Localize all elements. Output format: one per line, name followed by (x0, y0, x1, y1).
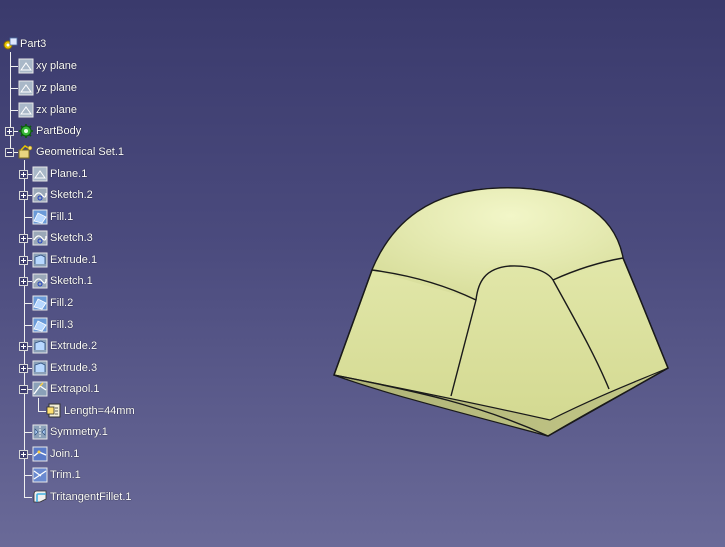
join-icon (32, 446, 48, 462)
tree-node-part[interactable]: Part3 (2, 34, 46, 54)
fillet-icon (33, 490, 47, 503)
collapse-toggle-geometrical-set[interactable] (5, 148, 14, 157)
tree-line (10, 110, 18, 111)
tree-node-label: Fill.3 (50, 319, 74, 331)
extrude-icon (32, 360, 48, 376)
tree-node-trim-1[interactable]: Trim.1 (32, 465, 81, 485)
part-icon (3, 37, 18, 50)
tree-node-fill-1[interactable]: Fill.1 (32, 207, 73, 227)
tree-node-label: Length=44mm (64, 405, 135, 417)
expand-toggle-sketch1[interactable] (19, 277, 28, 286)
tree-node-fill-2[interactable]: Fill.2 (32, 293, 73, 313)
extrude-icon (32, 338, 48, 354)
tree-line (10, 88, 18, 89)
tree-node-label: Extrude.1 (50, 254, 98, 266)
tree-node-extrapol-1[interactable]: Extrapol.1 (32, 379, 100, 399)
plane-icon (32, 166, 48, 182)
tree-line (24, 432, 32, 433)
tree-line (24, 325, 32, 326)
sketch-icon (32, 187, 48, 203)
parameter-icon (46, 403, 61, 418)
extrude-icon (32, 252, 48, 268)
tree-node-label: Symmetry.1 (50, 426, 108, 438)
tree-node-zx-plane[interactable]: zx plane (18, 100, 77, 120)
tree-node-label: Geometrical Set.1 (36, 146, 125, 158)
tree-node-label: Sketch.1 (50, 275, 93, 287)
tree-node-geometrical-set[interactable]: Geometrical Set.1 (18, 142, 124, 162)
tree-node-label: Fill.1 (50, 211, 74, 223)
tree-line (24, 160, 25, 497)
tree-node-label: Trim.1 (50, 469, 81, 481)
tree-node-extrude-3[interactable]: Extrude.3 (32, 358, 97, 378)
fill-icon (32, 317, 48, 333)
tree-node-label: PartBody (36, 125, 82, 137)
tree-node-label: Plane.1 (50, 168, 88, 180)
tree-node-plane-1[interactable]: Plane.1 (32, 164, 87, 184)
tree-node-sketch-1[interactable]: Sketch.1 (32, 271, 93, 291)
tree-node-label: Extrapol.1 (50, 383, 100, 395)
expand-toggle-sketch3[interactable] (19, 234, 28, 243)
tree-node-extrude-1[interactable]: Extrude.1 (32, 250, 97, 270)
tree-line (24, 475, 32, 476)
tree-node-extrude-2[interactable]: Extrude.2 (32, 336, 97, 356)
tree-line (38, 411, 46, 412)
tree-node-symmetry-1[interactable]: Symmetry.1 (32, 422, 108, 442)
tree-line (10, 52, 11, 152)
expand-toggle-join[interactable] (19, 450, 28, 459)
plane-icon (18, 58, 34, 74)
tree-node-fill-3[interactable]: Fill.3 (32, 315, 73, 335)
tree-line (10, 66, 18, 67)
tree-line (24, 497, 32, 498)
trim-icon (32, 467, 48, 483)
tree-node-yz-plane[interactable]: yz plane (18, 78, 77, 98)
tree-node-label: yz plane (36, 82, 77, 94)
expand-toggle-extrude1[interactable] (19, 256, 28, 265)
expand-toggle-sketch2[interactable] (19, 191, 28, 200)
tree-node-label: Sketch.2 (50, 189, 93, 201)
tree-node-join-1[interactable]: Join.1 (32, 444, 79, 464)
tree-node-label: Sketch.3 (50, 232, 93, 244)
body-gear-icon (19, 124, 33, 138)
plane-icon (18, 102, 34, 118)
specification-tree: Part3 xy plane yz plane zx plane PartBod… (0, 0, 300, 547)
sketch-icon (32, 230, 48, 246)
tree-node-label: zx plane (36, 104, 77, 116)
extrapolate-icon (32, 381, 48, 397)
tree-node-label: Extrude.2 (50, 340, 98, 352)
tree-node-label: xy plane (36, 60, 77, 72)
sketch-icon (32, 273, 48, 289)
expand-toggle-partbody[interactable] (5, 127, 14, 136)
expand-toggle-plane[interactable] (19, 170, 28, 179)
expand-toggle-extrude2[interactable] (19, 342, 28, 351)
symmetry-icon (32, 424, 48, 440)
tree-line (24, 217, 32, 218)
tree-node-xy-plane[interactable]: xy plane (18, 56, 77, 76)
tree-node-label: Part3 (20, 38, 47, 50)
3d-viewport[interactable] (300, 0, 725, 547)
tree-node-label: TritangentFillet.1 (50, 491, 132, 503)
collapse-toggle-extrapol[interactable] (19, 385, 28, 394)
tree-node-length-parameter[interactable]: Length=44mm (46, 401, 135, 421)
plane-icon (18, 80, 34, 96)
tree-node-sketch-3[interactable]: Sketch.3 (32, 228, 93, 248)
surface-model[interactable] (333, 187, 669, 437)
tree-node-tritangent-fillet-1[interactable]: TritangentFillet.1 (32, 487, 132, 507)
fill-icon (32, 209, 48, 225)
fill-icon (32, 295, 48, 311)
tree-line (24, 303, 32, 304)
tree-node-partbody[interactable]: PartBody (18, 121, 81, 141)
tree-node-label: Fill.2 (50, 297, 74, 309)
tree-node-sketch-2[interactable]: Sketch.2 (32, 185, 93, 205)
geometrical-set-icon (18, 145, 33, 159)
tree-node-label: Join.1 (50, 448, 80, 460)
tree-line (38, 398, 39, 411)
expand-toggle-extrude3[interactable] (19, 364, 28, 373)
tree-node-label: Extrude.3 (50, 362, 98, 374)
